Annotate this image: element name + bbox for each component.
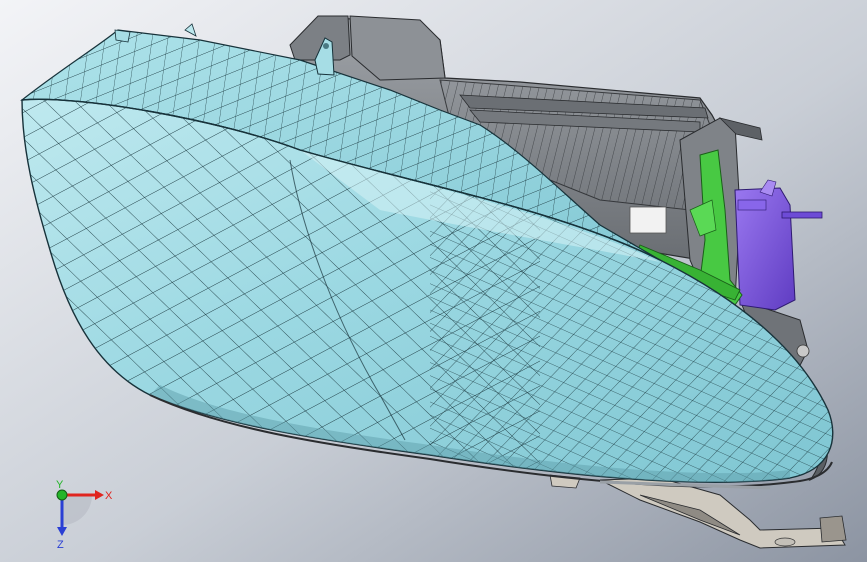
3d-graphics-viewport[interactable]: X Y Z bbox=[0, 0, 867, 562]
triad-y-label: Y bbox=[56, 479, 64, 491]
triad-z-label: Z bbox=[57, 539, 64, 551]
headlamp-model-view[interactable]: X Y Z bbox=[0, 0, 867, 562]
triad-x-label: X bbox=[105, 490, 113, 502]
triad-y-axis bbox=[56, 489, 68, 501]
